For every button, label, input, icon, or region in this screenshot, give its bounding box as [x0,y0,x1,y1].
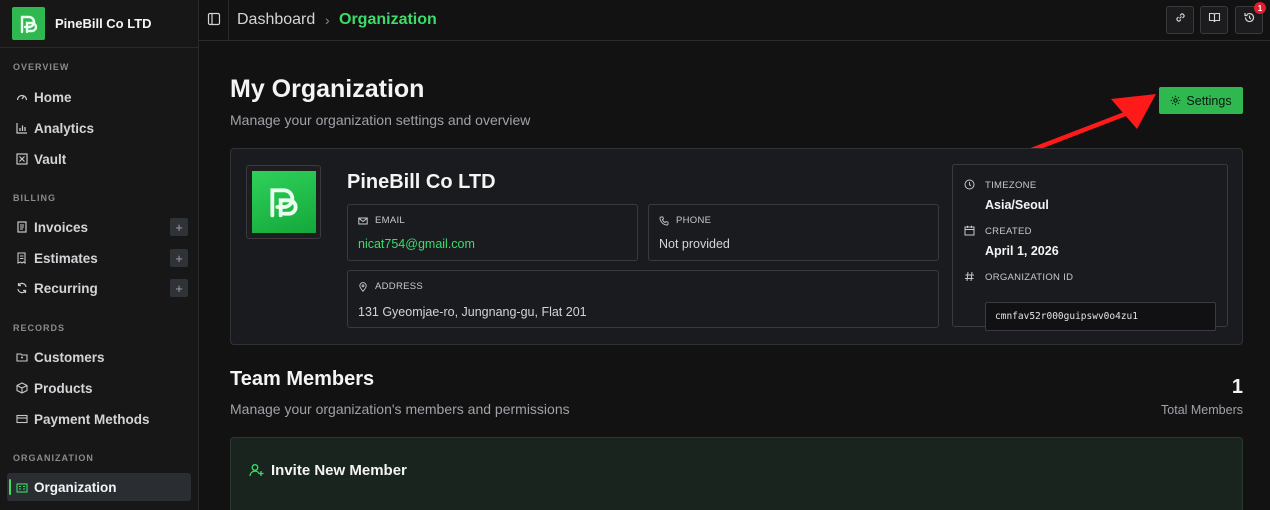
sidebar-toggle-icon[interactable] [207,12,223,28]
sidebar-item-label: Organization [34,479,117,495]
map-pin-icon [358,281,368,292]
organization-name: PineBill Co LTD [347,171,496,193]
sidebar-item-organization[interactable]: Organization [7,473,191,501]
sidebar-item-invoices[interactable]: Invoices + [7,213,191,241]
team-members-subtitle: Manage your organization's members and p… [230,401,570,417]
topbar: Dashboard › Organization 1 [199,0,1270,41]
brand-header[interactable]: PineBill Co LTD [0,0,199,48]
page-title: My Organization [230,75,425,103]
calendar-icon [964,225,976,237]
book-open-icon [1208,11,1221,29]
sidebar-item-label: Invoices [34,219,89,235]
section-label-organization: ORGANIZATION [13,453,94,463]
topbar-divider [228,0,229,41]
breadcrumb-dashboard[interactable]: Dashboard [237,11,315,29]
organization-logo-icon [251,171,316,233]
sidebar-item-vault[interactable]: Vault [7,145,191,173]
sidebar-item-payment-methods[interactable]: Payment Methods [7,405,191,433]
sidebar-item-label: Recurring [34,280,98,296]
link-icon [1174,11,1187,29]
box-icon [15,382,28,395]
phone-label: PHONE [659,215,711,226]
link-button[interactable] [1166,6,1194,34]
organization-logo [246,165,321,239]
invite-member-card: Invite New Member [230,437,1243,510]
email-field: EMAIL nicat754@gmail.com [347,204,638,261]
sidebar-item-label: Vault [34,151,67,167]
history-icon [1243,11,1256,29]
sidebar-item-label: Home [34,89,72,105]
gear-icon [1170,95,1181,106]
phone-value: Not provided [659,237,730,251]
address-label: ADDRESS [358,281,423,292]
document-icon [15,221,28,234]
folder-users-icon [15,351,28,364]
breadcrumb-current: Organization [339,11,437,28]
breadcrumb-separator: › [325,12,330,28]
sidebar-item-label: Estimates [34,250,98,266]
section-label-records: RECORDS [13,323,66,333]
section-label-billing: BILLING [13,193,56,203]
history-button[interactable]: 1 [1235,2,1266,34]
organization-meta: TIMEZONE Asia/Seoul CREATED April 1, 202… [952,164,1228,331]
brand-name: PineBill Co LTD [55,16,152,31]
sidebar-item-label: Products [34,380,93,396]
address-field: ADDRESS 131 Gyeomjae-ro, Jungnang-gu, Fl… [347,270,939,328]
sidebar-item-analytics[interactable]: Analytics [7,114,191,142]
sidebar-item-estimates[interactable]: Estimates + [7,244,191,272]
refresh-icon [15,282,28,295]
gauge-icon [15,91,28,104]
app-root: PineBill Co LTD OVERVIEW Home Analytics … [0,0,1270,510]
sidebar-item-label: Analytics [34,120,95,136]
vault-icon [15,153,28,166]
team-members-count-label: Total Members [1161,403,1243,417]
add-estimate-button[interactable]: + [170,249,188,267]
section-label-overview: OVERVIEW [13,62,70,72]
add-recurring-button[interactable]: + [170,279,188,297]
address-value: 131 Gyeomjae-ro, Jungnang-gu, Flat 201 [358,305,587,319]
organization-id-field[interactable]: cmnfav52r000guipswv0o4zu1 [985,302,1216,331]
sidebar-item-products[interactable]: Products [7,374,191,402]
created-label: CREATED [985,226,1032,237]
sidebar-item-label: Payment Methods [34,411,150,427]
receipt-icon [15,252,28,265]
clock-icon [964,179,976,191]
organization-id-label: ORGANIZATION ID [985,272,1074,283]
phone-icon [659,216,669,226]
notification-badge: 1 [1254,2,1266,14]
settings-button[interactable]: Settings [1159,87,1243,114]
team-members-title: Team Members [230,368,375,390]
organization-card: PineBill Co LTD EMAIL nicat754@gmail.com… [230,148,1243,345]
phone-field: PHONE Not provided [648,204,939,261]
annotation-arrow-icon [1026,94,1156,154]
invite-member-title: Invite New Member [249,462,407,479]
sidebar-item-label: Customers [34,349,105,365]
email-value[interactable]: nicat754@gmail.com [358,237,475,251]
sidebar-item-customers[interactable]: Customers [7,343,191,371]
created-value: April 1, 2026 [985,244,1059,258]
sidebar-item-recurring[interactable]: Recurring + [7,274,191,302]
mail-icon [358,216,368,226]
bar-chart-icon [15,122,28,135]
page-subtitle: Manage your organization settings and ov… [230,112,531,128]
settings-button-label: Settings [1186,93,1232,108]
team-members-count: 1 [1231,376,1243,398]
hash-icon [964,271,976,283]
building-icon [15,481,28,494]
credit-card-icon [15,413,28,426]
timezone-value: Asia/Seoul [985,198,1049,212]
timezone-label: TIMEZONE [985,180,1037,191]
sidebar: PineBill Co LTD OVERVIEW Home Analytics … [0,0,199,510]
user-plus-icon [249,463,264,478]
docs-button[interactable] [1200,6,1228,34]
email-label: EMAIL [358,215,405,226]
sidebar-item-home[interactable]: Home [7,83,191,111]
add-invoice-button[interactable]: + [170,218,188,236]
brand-logo-icon [12,7,45,40]
